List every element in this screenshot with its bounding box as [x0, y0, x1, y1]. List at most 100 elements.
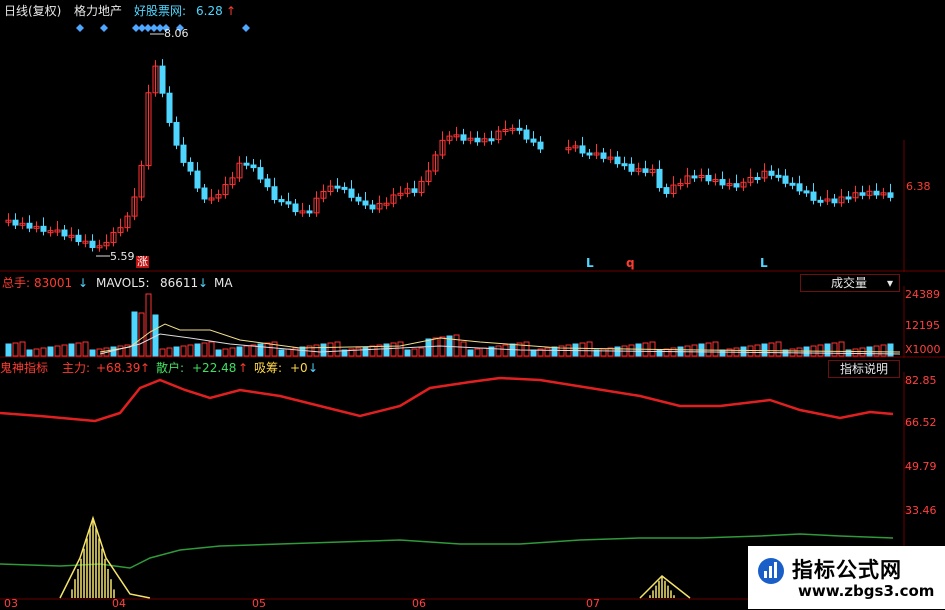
candle-body — [803, 190, 810, 194]
volume-bar — [824, 343, 831, 357]
watermark-logo-icon — [758, 558, 784, 584]
indicator-axis-3: 49.79 — [905, 460, 937, 473]
volume-bar — [530, 349, 537, 357]
volume-bar — [313, 344, 320, 357]
candle-body — [271, 186, 278, 201]
volume-bar — [817, 344, 824, 357]
candle-body — [789, 182, 796, 186]
volume-bar — [194, 343, 201, 357]
candle-body — [306, 210, 313, 214]
volume-bar — [264, 342, 271, 357]
sanhu-label: 散户: — [156, 361, 185, 375]
price-pane[interactable]: 日线(复权) 格力地产 好股票网: 6.28 ↑ 8.06 5.59 涨 6.3… — [0, 0, 945, 272]
marker-l-2: L — [760, 256, 768, 270]
axis-price-label: 6.38 — [906, 180, 931, 193]
candle-body — [719, 179, 726, 186]
marker-l-1: L — [586, 256, 594, 270]
volume-bar — [180, 345, 187, 357]
candle-body — [754, 177, 761, 180]
diamond-marker-9 — [242, 24, 250, 32]
date-label-05: 05 — [252, 597, 266, 610]
candle-body — [348, 188, 355, 198]
volume-indicator-button[interactable]: 成交量 ▾ — [800, 274, 900, 292]
candle-body — [705, 174, 712, 182]
zhang-badge: 涨 — [136, 255, 149, 268]
candle-body — [642, 168, 649, 173]
period-label[interactable]: 日线(复权) — [4, 4, 61, 18]
volume-bar — [712, 341, 719, 357]
volume-bar — [656, 349, 663, 357]
indicator-axis-1: 82.85 — [905, 374, 937, 387]
sanhu-value: +22.48 — [192, 361, 237, 375]
volume-bar — [390, 342, 397, 357]
volume-bar — [236, 346, 243, 357]
volume-bar — [397, 341, 404, 357]
volume-bar — [320, 343, 327, 357]
volume-bar — [285, 348, 292, 357]
volume-bar — [684, 345, 691, 357]
volume-axis-top: 24389 — [905, 288, 940, 301]
watermark-url: www.zbgs3.com — [798, 582, 935, 600]
candle-body — [460, 134, 467, 141]
candle-body — [628, 163, 635, 172]
price-candlestick-chart[interactable] — [0, 0, 945, 272]
candle-body — [887, 192, 894, 198]
dropdown-arrow-icon[interactable]: ▾ — [887, 275, 893, 291]
volume-axis-unit: X1000 — [905, 343, 941, 356]
candle-body — [411, 188, 418, 193]
volume-bar — [47, 346, 54, 357]
volume-bar — [222, 348, 229, 357]
candle-body — [845, 196, 852, 200]
volume-bar — [278, 349, 285, 357]
candle-body — [292, 203, 299, 213]
indicator-axis-2: 66.52 — [905, 416, 937, 429]
candle-body — [355, 196, 362, 202]
volume-bar — [502, 344, 509, 357]
indicator-help-button[interactable]: 指标说明 — [828, 360, 900, 378]
candle-body — [201, 187, 208, 200]
volume-bar — [544, 347, 551, 357]
volume-bar — [635, 343, 642, 357]
volume-bar — [40, 347, 47, 357]
volume-bar — [257, 343, 264, 357]
date-label-06: 06 — [412, 597, 426, 610]
volume-pane[interactable]: 总手: 83001 ↓ MAVOL5: 86611 ↓ MA 成交量 ▾ 243… — [0, 272, 945, 358]
candle-body — [817, 199, 824, 203]
price-up-arrow: ↑ — [226, 4, 237, 18]
volume-bar — [208, 341, 215, 357]
candle-body — [579, 145, 586, 154]
indicator-name[interactable]: 鬼神指标 — [0, 361, 48, 375]
volume-bar — [215, 349, 222, 357]
volume-bar — [432, 337, 439, 357]
volume-bar — [166, 347, 173, 357]
stock-name: 格力地产 — [74, 4, 123, 18]
volume-bar — [82, 341, 89, 357]
volume-button-label: 成交量 — [831, 276, 868, 290]
volume-bar — [75, 342, 82, 357]
volume-bar — [173, 346, 180, 357]
volume-bar — [495, 345, 502, 357]
candle-body — [733, 183, 740, 188]
volume-bar — [453, 334, 460, 357]
volume-bar — [523, 341, 530, 357]
volume-bar — [481, 347, 488, 357]
zhuli-value: +68.39 — [96, 361, 141, 375]
zhuli-label: 主力: — [62, 361, 91, 375]
total-volume-arrow: ↓ — [78, 276, 89, 290]
volume-bar — [663, 348, 670, 357]
volume-bar — [852, 348, 859, 357]
candle-body — [26, 222, 33, 229]
volume-bar — [159, 348, 166, 357]
high-price-label: 8.06 — [164, 27, 189, 40]
volume-bar — [201, 342, 208, 357]
diamond-marker-1 — [100, 24, 108, 32]
candle-body — [334, 185, 341, 189]
volume-bar — [705, 342, 712, 357]
candle-body — [159, 65, 166, 94]
watermark: 指标公式网 www.zbgs3.com — [748, 546, 945, 609]
candle-body — [180, 144, 187, 163]
candle-body — [796, 183, 803, 192]
zhuli-arrow: ↑ — [140, 361, 151, 375]
candle-body — [537, 141, 544, 150]
volume-bar — [691, 344, 698, 357]
